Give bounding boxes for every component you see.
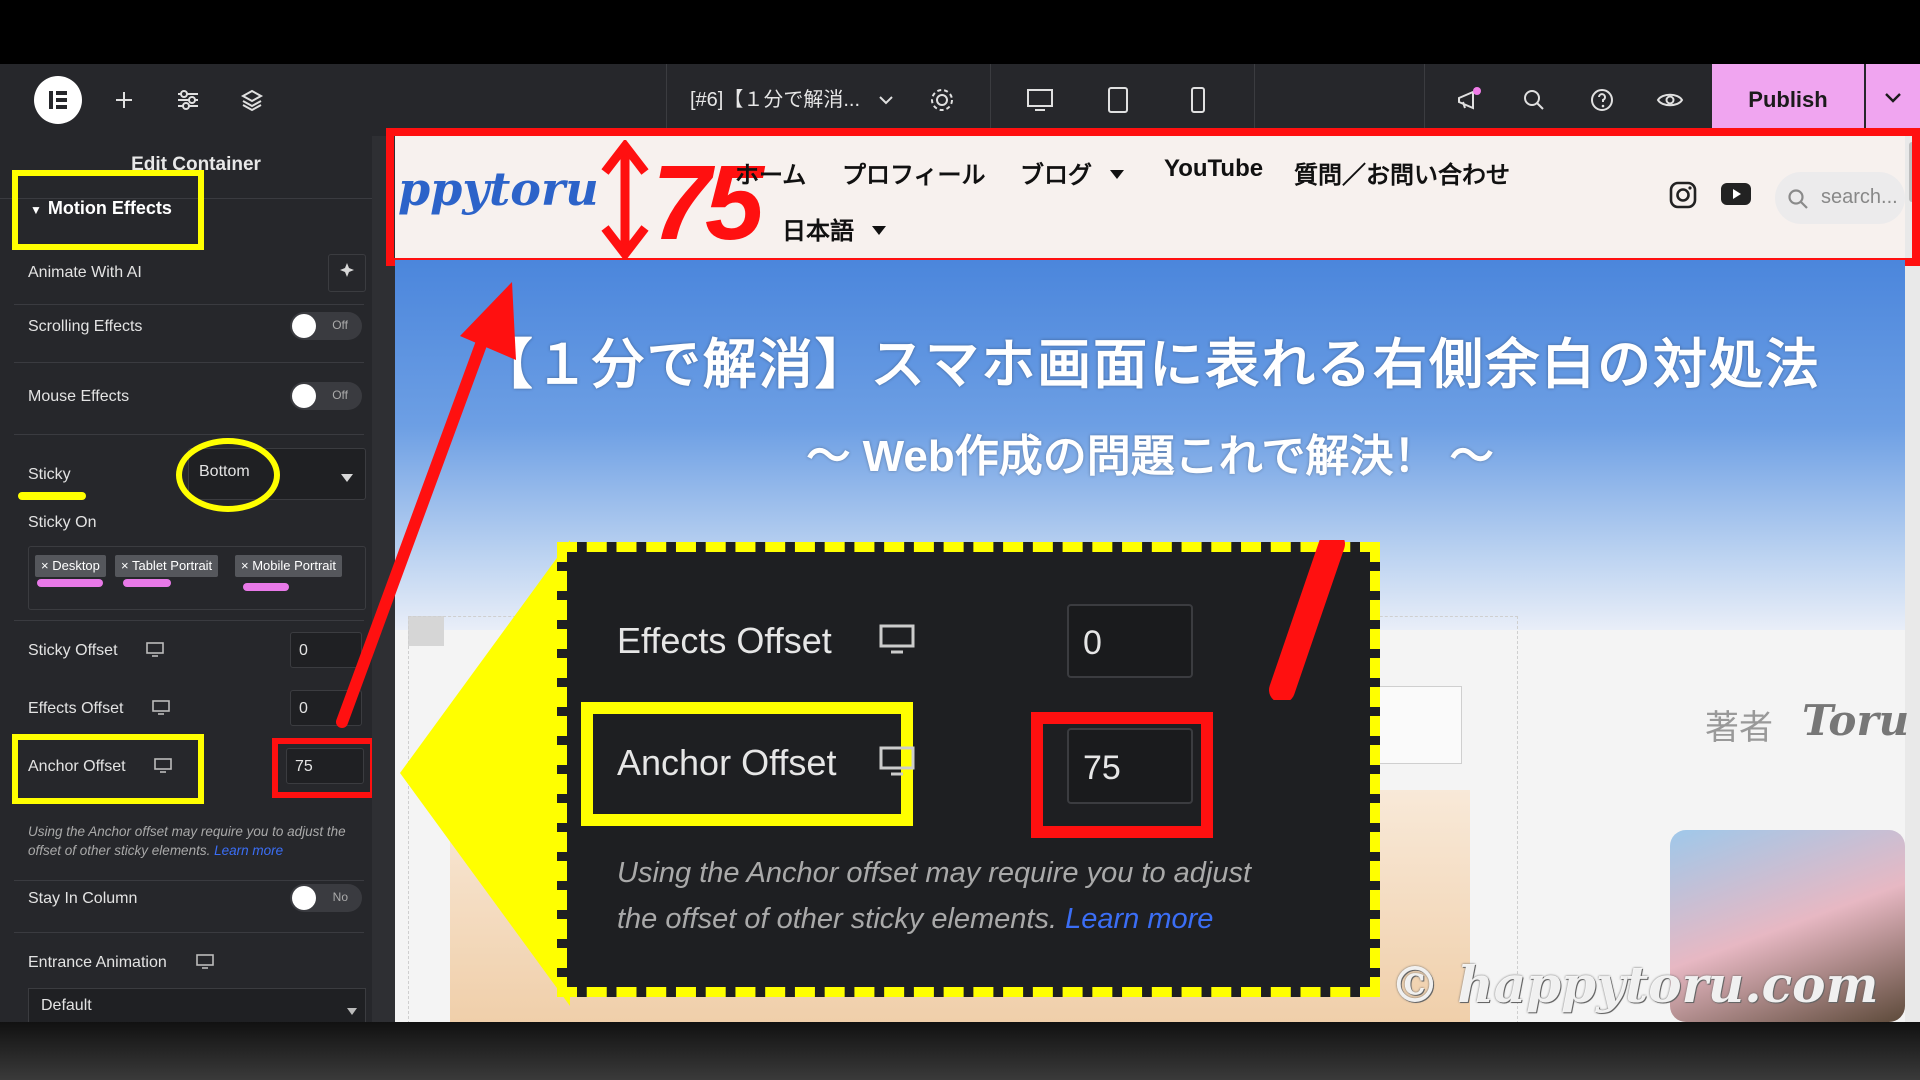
elementor-logo-icon[interactable] xyxy=(34,76,82,124)
sticky-label: Sticky xyxy=(28,466,71,483)
document-title[interactable]: [#6]【１分で解消... xyxy=(690,64,860,136)
tablet-view-icon[interactable] xyxy=(1088,64,1148,136)
chip-desktop[interactable]: × Desktop xyxy=(35,555,106,577)
desktop-icon[interactable] xyxy=(154,758,172,779)
pink-underline xyxy=(243,583,289,591)
mouse-effects-label: Mouse Effects xyxy=(28,388,130,405)
zoom-effects-offset-input: 0 xyxy=(1067,604,1193,678)
red-highlight-box xyxy=(386,128,1920,266)
search-icon[interactable] xyxy=(1504,64,1564,136)
divider xyxy=(14,304,364,305)
sticky-offset-label: Sticky Offset xyxy=(28,642,118,659)
section-title: Motion Effects xyxy=(47,198,172,218)
chip-tablet-portrait[interactable]: × Tablet Portrait xyxy=(115,555,219,577)
toggle-knob xyxy=(292,314,316,338)
help-icon[interactable] xyxy=(1572,64,1632,136)
watermark: © happytoru.com xyxy=(1390,955,1879,1014)
divider xyxy=(14,620,364,621)
editor-topbar: [#6]【１分で解消... Publish xyxy=(0,64,1920,136)
hero-title: 【１分で解消】スマホ画面に表れる右側余白の対処法 xyxy=(478,335,1822,395)
screen-bottom-strip xyxy=(0,1022,1920,1080)
canvas-scrollbar[interactable] xyxy=(1905,136,1920,1022)
red-pen-stroke xyxy=(1260,531,1350,703)
desktop-icon[interactable] xyxy=(196,954,214,975)
toggle-knob xyxy=(292,886,316,910)
chevron-down-icon[interactable] xyxy=(856,64,916,136)
yellow-circle-highlight xyxy=(176,438,280,512)
animate-ai-label: Animate With AI xyxy=(28,264,142,281)
help-text-line: Using the Anchor offset may require you … xyxy=(617,857,1252,889)
zoom-anchor-offset-input: 75 xyxy=(1067,728,1193,804)
learn-more-link: Learn more xyxy=(1065,903,1214,935)
divider xyxy=(14,932,364,933)
help-text-line: the offset of other sticky elements. xyxy=(617,903,1058,935)
divider xyxy=(990,64,991,136)
entrance-animation-select[interactable]: Default xyxy=(28,988,366,1024)
author-name: Toru xyxy=(1802,696,1910,745)
stay-in-column-label: Stay In Column xyxy=(28,890,138,907)
divider xyxy=(14,880,364,881)
anchor-help-text: Using the Anchor offset may require you … xyxy=(28,822,368,860)
motion-effects-section-toggle[interactable]: ▼ Motion Effects xyxy=(30,198,172,219)
desktop-icon xyxy=(879,624,915,661)
editor-panel: Edit Container ▼ Motion Effects Animate W… xyxy=(0,136,376,1024)
desktop-icon[interactable] xyxy=(146,642,164,663)
desktop-icon xyxy=(879,746,915,783)
red-arrow-annotation xyxy=(320,260,540,740)
divider xyxy=(14,362,364,363)
sticky-on-multiselect[interactable]: × Desktop × Tablet Portrait × Mobile Por… xyxy=(28,546,366,610)
stay-in-column-toggle[interactable]: No xyxy=(290,884,362,912)
author-label: 著者 xyxy=(1705,709,1773,747)
publish-options-button[interactable] xyxy=(1866,64,1920,136)
zoom-anchor-offset-label: Anchor Offset xyxy=(617,742,837,783)
select-value: Default xyxy=(41,997,92,1014)
page-settings-gear-icon[interactable] xyxy=(912,64,972,136)
yellow-underline xyxy=(18,492,86,500)
scrolling-effects-label: Scrolling Effects xyxy=(28,318,143,335)
toggle-state-text: No xyxy=(332,890,348,904)
hero-subtitle: 〜 Web作成の問題これで解決！ 〜 xyxy=(806,432,1494,481)
caret-down-icon xyxy=(347,1002,357,1020)
divider xyxy=(1254,64,1255,136)
desktop-icon[interactable] xyxy=(152,700,170,721)
zoomed-settings-callout: Effects Offset 0 Anchor Offset 75 Using … xyxy=(557,542,1380,997)
caret-down-icon: ▼ xyxy=(30,203,42,217)
publish-button[interactable]: Publish xyxy=(1712,64,1864,136)
mobile-view-icon[interactable] xyxy=(1168,64,1228,136)
zoom-help-text: Using the Anchor offset may require you … xyxy=(617,850,1357,942)
divider xyxy=(666,64,667,136)
add-element-icon[interactable] xyxy=(94,64,154,136)
help-text: Using the Anchor offset may require you … xyxy=(28,824,346,858)
chevron-down-icon xyxy=(1884,91,1902,109)
divider xyxy=(1424,64,1425,136)
anchor-offset-input[interactable]: 75 xyxy=(286,748,364,784)
entrance-animation-label: Entrance Animation xyxy=(28,954,167,971)
notifications-megaphone-icon[interactable] xyxy=(1438,64,1498,136)
pink-underline xyxy=(123,579,171,587)
learn-more-link[interactable]: Learn more xyxy=(214,843,283,858)
toggle-knob xyxy=(292,384,316,408)
layers-icon[interactable] xyxy=(222,64,282,136)
pink-underline xyxy=(37,579,103,587)
effects-offset-label: Effects Offset xyxy=(28,700,124,717)
desktop-view-icon[interactable] xyxy=(1010,64,1070,136)
sticky-on-label: Sticky On xyxy=(28,514,97,531)
anchor-offset-label: Anchor Offset xyxy=(28,758,126,775)
preview-eye-icon[interactable] xyxy=(1640,64,1700,136)
site-settings-icon[interactable] xyxy=(158,64,218,136)
zoom-effects-offset-label: Effects Offset xyxy=(617,620,832,661)
divider xyxy=(14,434,364,435)
